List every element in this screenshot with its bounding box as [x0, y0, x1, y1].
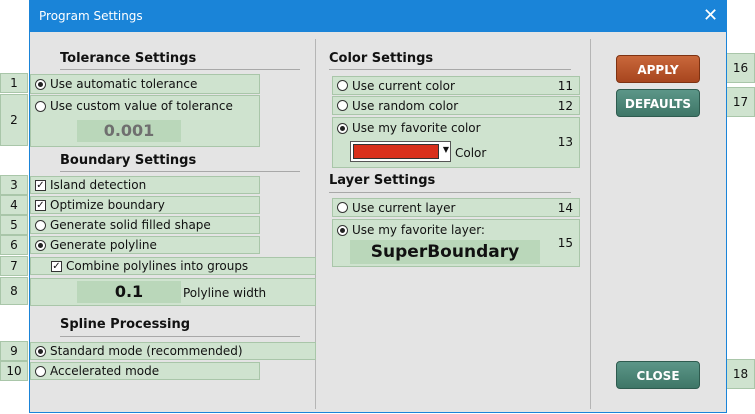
custom-tolerance-label[interactable]: Use custom value of tolerance: [50, 99, 233, 113]
marker-8: 8: [0, 277, 28, 305]
standard-mode-label: Standard mode (recommended): [50, 344, 243, 358]
boundary-section-title: Boundary Settings: [60, 153, 197, 168]
current-layer-label: Use current layer: [352, 200, 456, 215]
polyline-width-label: Polyline width: [183, 286, 267, 300]
marker-14: 14: [557, 201, 573, 215]
current-layer-radio[interactable]: [337, 202, 348, 213]
marker-12: 12: [557, 99, 573, 113]
current-color-radio[interactable]: [337, 80, 348, 91]
favorite-layer-field[interactable]: SuperBoundary: [350, 240, 540, 264]
polyline-radio[interactable]: [35, 239, 46, 251]
auto-tolerance-option[interactable]: Use automatic tolerance: [30, 74, 260, 94]
close-button[interactable]: CLOSE: [616, 361, 700, 389]
random-color-radio[interactable]: [337, 100, 348, 111]
marker-4: 4: [0, 195, 28, 215]
optimize-boundary-label: Optimize boundary: [50, 198, 165, 212]
favorite-color-radio[interactable]: [337, 122, 348, 134]
marker-9: 9: [0, 341, 28, 361]
marker-3: 3: [0, 175, 28, 195]
color-swatch-label: Color: [455, 146, 487, 160]
random-color-label: Use random color: [352, 98, 459, 113]
chevron-down-icon[interactable]: ▼: [443, 145, 449, 154]
title-bar: Program Settings ✕: [30, 1, 726, 32]
marker-2: 2: [0, 94, 28, 146]
solid-shape-radio[interactable]: [35, 219, 46, 231]
tolerance-value-field[interactable]: 0.001: [77, 120, 181, 142]
marker-6: 6: [0, 235, 28, 255]
close-icon[interactable]: ✕: [695, 1, 726, 32]
color-section-title: Color Settings: [329, 51, 434, 66]
favorite-layer-radio[interactable]: [337, 224, 348, 236]
marker-11: 11: [557, 79, 573, 93]
optimize-boundary-checkbox[interactable]: ✓: [35, 199, 46, 211]
layer-section-rule: [329, 192, 571, 193]
random-color-option[interactable]: Use random color 12: [332, 96, 580, 115]
column-divider-right: [590, 39, 591, 409]
custom-tolerance-radio[interactable]: [35, 100, 46, 112]
island-detection-option[interactable]: ✓ Island detection: [30, 176, 260, 194]
favorite-color-label[interactable]: Use my favorite color: [352, 121, 481, 135]
island-detection-label: Island detection: [50, 178, 147, 192]
solid-shape-option[interactable]: Generate solid filled shape: [30, 216, 260, 234]
optimize-boundary-option[interactable]: ✓ Optimize boundary: [30, 196, 260, 214]
polyline-label: Generate polyline: [50, 238, 157, 252]
apply-button[interactable]: APPLY: [616, 55, 700, 83]
accelerated-mode-option[interactable]: Accelerated mode: [30, 362, 260, 380]
marker-17: 17: [726, 87, 755, 117]
accelerated-mode-label: Accelerated mode: [50, 364, 160, 378]
marker-13: 13: [557, 135, 573, 149]
marker-10: 10: [0, 361, 28, 381]
island-detection-checkbox[interactable]: ✓: [35, 179, 46, 191]
solid-shape-label: Generate solid filled shape: [50, 218, 211, 232]
polyline-width-field[interactable]: 0.1: [77, 281, 181, 303]
marker-1: 1: [0, 73, 28, 93]
marker-5: 5: [0, 215, 28, 235]
spline-section-rule: [60, 336, 300, 337]
combine-polylines-checkbox[interactable]: ✓: [51, 260, 62, 272]
auto-tolerance-radio[interactable]: [35, 78, 46, 90]
tolerance-section-title: Tolerance Settings: [60, 51, 197, 66]
marker-16: 16: [726, 53, 755, 83]
marker-7: 7: [0, 256, 28, 276]
spline-section-title: Spline Processing: [60, 317, 191, 332]
color-swatch: [353, 144, 439, 159]
current-color-option[interactable]: Use current color 11: [332, 76, 580, 95]
boundary-section-rule: [60, 171, 300, 172]
combine-polylines-label: Combine polylines into groups: [66, 259, 249, 273]
accelerated-mode-radio[interactable]: [35, 365, 46, 377]
current-layer-option[interactable]: Use current layer 14: [332, 198, 580, 217]
layer-section-title: Layer Settings: [329, 173, 436, 188]
marker-18: 18: [726, 359, 755, 389]
defaults-button[interactable]: DEFAULTS: [616, 89, 700, 117]
standard-mode-radio[interactable]: [35, 345, 46, 357]
favorite-layer-label[interactable]: Use my favorite layer:: [352, 223, 485, 237]
marker-15: 15: [557, 236, 573, 250]
current-color-label: Use current color: [352, 78, 455, 93]
standard-mode-option[interactable]: Standard mode (recommended): [30, 342, 316, 360]
tolerance-section-rule: [60, 69, 300, 70]
color-swatch-dropdown[interactable]: ▼: [350, 141, 451, 162]
color-section-rule: [329, 69, 571, 70]
program-settings-window: Program Settings ✕ Tolerance Settings Us…: [29, 0, 727, 413]
window-title: Program Settings: [39, 9, 143, 23]
polyline-option[interactable]: Generate polyline: [30, 236, 260, 254]
auto-tolerance-label: Use automatic tolerance: [50, 77, 198, 91]
combine-polylines-option[interactable]: ✓ Combine polylines into groups: [30, 257, 316, 275]
